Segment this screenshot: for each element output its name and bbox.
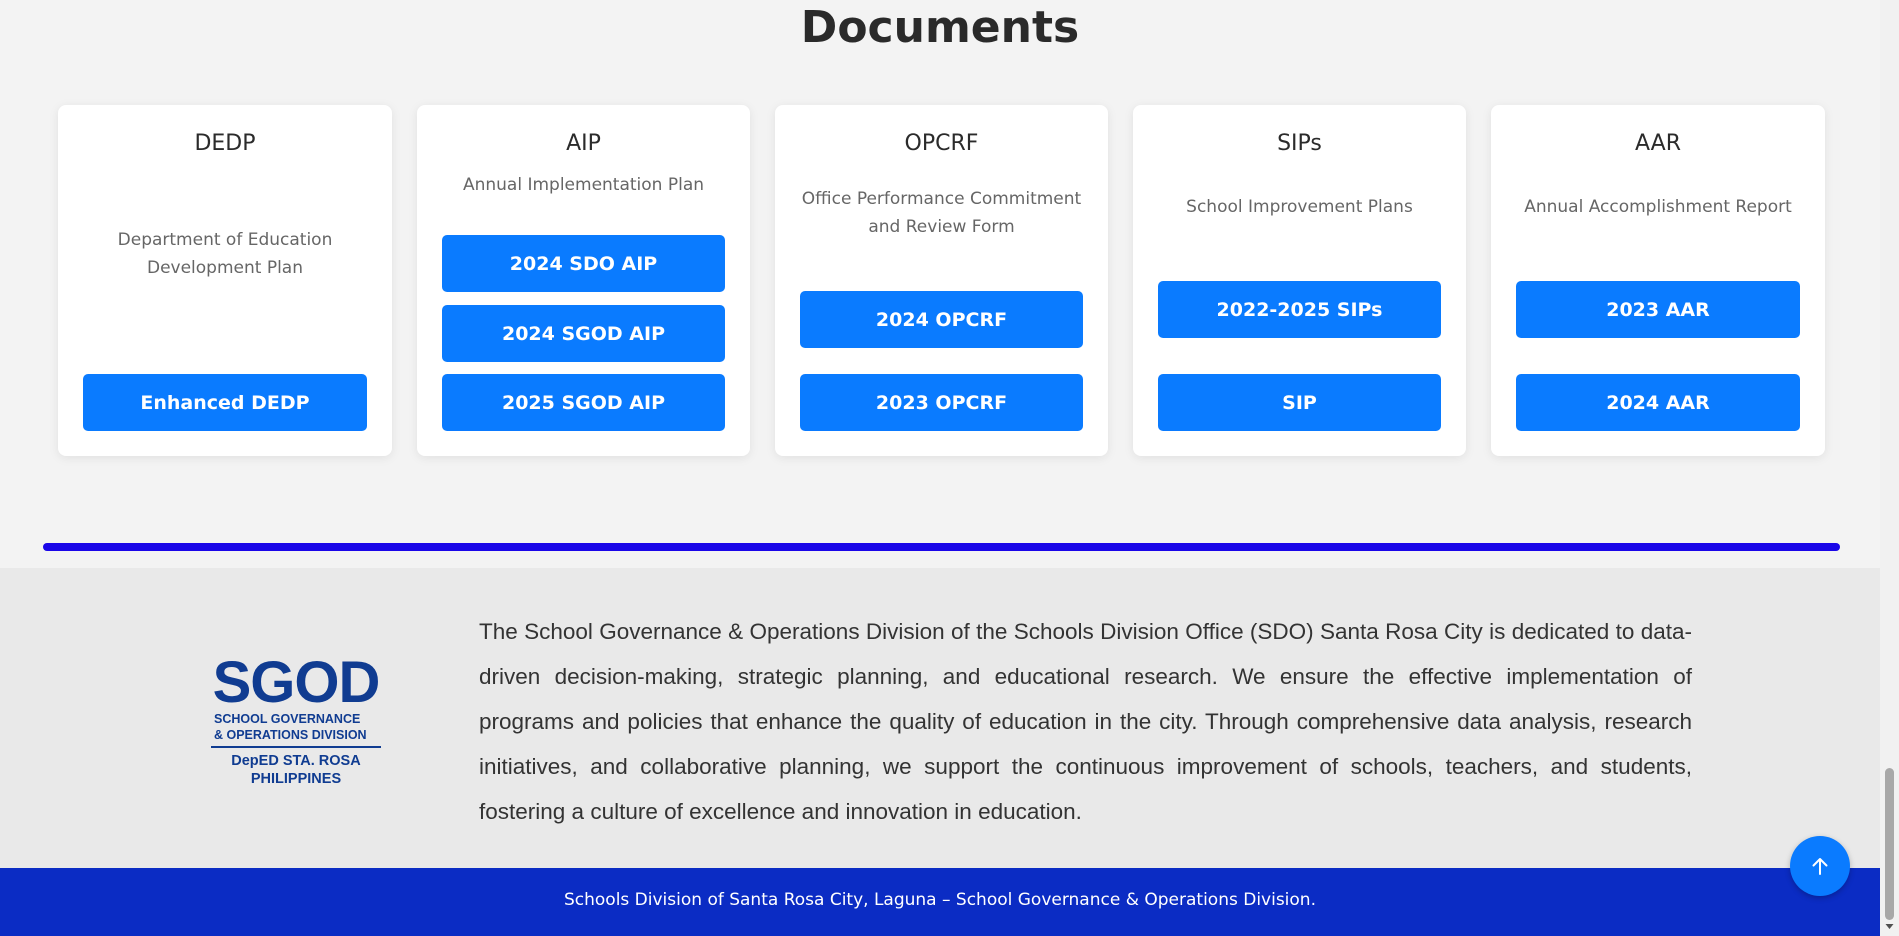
2023-aar-button[interactable]: 2023 AAR [1516,281,1800,338]
card-description: Department of Education Development Plan [117,230,333,278]
2022-2025-sips-button[interactable]: 2022-2025 SIPs [1158,281,1441,338]
2023-opcrf-button[interactable]: 2023 OPCRF [800,374,1083,431]
page: Documents DEDP Department of Education D… [0,0,1880,936]
logo-line: & OPERATIONS DIVISION [214,728,367,742]
card-title: SIPs [1277,131,1322,156]
card-aar: AAR Annual Accomplishment Report 2023 AA… [1491,105,1825,456]
page-scrollbar[interactable] [1880,0,1899,936]
logo-line: PHILIPPINES [250,771,342,787]
section-divider [43,543,1840,551]
2024-sgod-aip-button[interactable]: 2024 SGOD AIP [442,305,725,362]
footer-bar: Schools Division of Santa Rosa City, Lag… [0,868,1880,936]
sgod-logo: SGOD SCHOOL GOVERNANCE & OPERATIONS DIVI… [211,650,381,788]
card-description: Annual Accomplishment Report [1524,197,1792,217]
card-sips: SIPs School Improvement Plans 2022-2025 … [1133,105,1466,456]
card-description: Office Performance Commitment and Review… [801,189,1082,237]
card-description: School Improvement Plans [1186,197,1413,217]
logo-rule [211,746,381,748]
sip-button[interactable]: SIP [1158,374,1441,431]
2024-opcrf-button[interactable]: 2024 OPCRF [800,291,1083,348]
logo-line: DepED STA. ROSA [231,753,361,769]
2025-sgod-aip-button[interactable]: 2025 SGOD AIP [442,374,725,431]
copyright-text: Schools Division of Santa Rosa City, Lag… [563,890,1316,910]
logo-wordmark: SGOD [212,650,381,715]
about-text: The School Governance & Operations Divis… [479,619,1692,824]
logo-line: SCHOOL GOVERNANCE [214,712,361,726]
enhanced-dedp-button[interactable]: Enhanced DEDP [83,374,367,431]
scrollbar-thumb[interactable] [1885,768,1894,920]
card-title: DEDP [194,131,256,156]
arrow-up-icon [1812,858,1828,875]
back-to-top-button[interactable] [1790,836,1850,896]
2024-sdo-aip-button[interactable]: 2024 SDO AIP [442,235,725,292]
card-title: AIP [566,131,601,156]
card-opcrf: OPCRF Office Performance Commitment and … [775,105,1108,456]
card-aip: AIP Annual Implementation Plan 2024 SDO … [417,105,750,456]
scroll-down-arrow-icon[interactable] [1884,921,1895,932]
card-description: Annual Implementation Plan [462,175,705,195]
card-title: AAR [1635,131,1681,156]
2024-aar-button[interactable]: 2024 AAR [1516,374,1800,431]
card-title: OPCRF [904,131,979,156]
card-dedp: DEDP Department of Education Development… [58,105,392,456]
section-title: Documents [800,2,1080,53]
